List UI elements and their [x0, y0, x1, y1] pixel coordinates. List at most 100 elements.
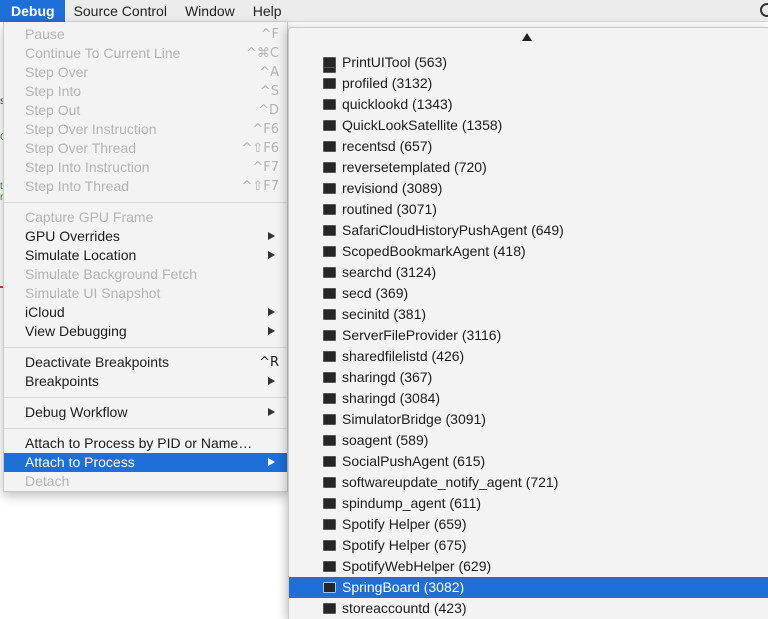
menu-separator	[4, 397, 287, 398]
menu-item-deactivate-breakpoints[interactable]: Deactivate Breakpoints ^R	[4, 353, 287, 372]
process-item[interactable]: sharingd (367)	[289, 367, 768, 388]
process-label: PrintUITool (563)	[342, 54, 448, 70]
process-item[interactable]: Spotify Helper (675)	[289, 535, 768, 556]
menu-item-shortcut: ^D	[258, 103, 279, 118]
process-item[interactable]: SafariCloudHistoryPushAgent (649)	[289, 220, 768, 241]
chevron-right-icon	[268, 232, 275, 240]
process-label: ScopedBookmarkAgent (418)	[342, 243, 526, 259]
menu-item-shortcut: ^⇧F7	[241, 179, 279, 194]
terminal-icon	[323, 414, 336, 425]
process-label: routined (3071)	[342, 201, 437, 217]
process-item[interactable]: profiled (3132)	[289, 73, 768, 94]
process-item[interactable]: quicklookd (1343)	[289, 94, 768, 115]
menubar-debug[interactable]: Debug	[0, 0, 65, 22]
process-item-springboard[interactable]: SpringBoard (3082)	[289, 577, 768, 598]
menu-item-step-over-instruction[interactable]: Step Over Instruction ^F6	[4, 120, 287, 139]
menu-item-label: Simulate UI Snapshot	[25, 285, 161, 301]
process-item[interactable]: soagent (589)	[289, 430, 768, 451]
menu-item-breakpoints[interactable]: Breakpoints	[4, 372, 287, 391]
process-item[interactable]: PrintUITool (563)	[289, 52, 768, 73]
process-label: spindump_agent (611)	[342, 495, 482, 511]
chevron-right-icon	[268, 458, 275, 466]
menu-item-icloud[interactable]: iCloud	[4, 303, 287, 322]
menubar-source-control[interactable]: Source Control	[65, 0, 176, 22]
process-label: searchd (3124)	[342, 264, 437, 280]
process-label: reversetemplated (720)	[342, 159, 487, 175]
process-label: softwareupdate_notify_agent (721)	[342, 474, 559, 490]
process-label: sharingd (3084)	[342, 390, 441, 406]
menu-item-attach-by-pid[interactable]: Attach to Process by PID or Name…	[4, 434, 287, 453]
process-item[interactable]: sharedfilelistd (426)	[289, 346, 768, 367]
menu-item-detach[interactable]: Detach	[4, 472, 287, 491]
terminal-icon	[323, 435, 336, 446]
terminal-icon	[323, 141, 336, 152]
menu-item-pause[interactable]: Pause ^F	[4, 25, 287, 44]
process-item[interactable]: ServerFileProvider (3116)	[289, 325, 768, 346]
terminal-icon	[323, 519, 336, 530]
menu-item-simulate-ui-snapshot[interactable]: Simulate UI Snapshot	[4, 284, 287, 303]
menu-item-label: Capture GPU Frame	[25, 209, 154, 225]
process-item[interactable]: SimulatorBridge (3091)	[289, 409, 768, 430]
terminal-icon	[323, 225, 336, 236]
process-item[interactable]: SpotifyWebHelper (629)	[289, 556, 768, 577]
menu-item-step-into-instruction[interactable]: Step Into Instruction ^F7	[4, 158, 287, 177]
menu-item-simulate-location[interactable]: Simulate Location	[4, 246, 287, 265]
menu-item-label: Step Over Instruction	[25, 121, 157, 137]
process-label: SpotifyWebHelper (629)	[342, 558, 492, 574]
process-item[interactable]: recentsd (657)	[289, 136, 768, 157]
menu-item-step-over-thread[interactable]: Step Over Thread ^⇧F6	[4, 139, 287, 158]
terminal-icon	[323, 603, 336, 614]
process-item[interactable]: storeaccountd (423)	[289, 598, 768, 619]
menu-item-capture-gpu-frame[interactable]: Capture GPU Frame	[4, 208, 287, 227]
terminal-icon	[323, 372, 336, 383]
process-item[interactable]: secinitd (381)	[289, 304, 768, 325]
process-item[interactable]: SocialPushAgent (615)	[289, 451, 768, 472]
menu-item-shortcut: ^R	[259, 355, 279, 370]
process-item[interactable]: revisiond (3089)	[289, 178, 768, 199]
menu-separator	[4, 202, 287, 203]
spotlight-search-icon[interactable]	[760, 3, 768, 17]
menu-item-step-over[interactable]: Step Over ^A	[4, 63, 287, 82]
process-item[interactable]: searchd (3124)	[289, 262, 768, 283]
process-label: secinitd (381)	[342, 306, 427, 322]
menu-item-label: View Debugging	[25, 323, 127, 339]
process-item[interactable]: routined (3071)	[289, 199, 768, 220]
menu-item-label: Step Into Thread	[25, 178, 130, 194]
menu-item-debug-workflow[interactable]: Debug Workflow	[4, 403, 287, 422]
menu-item-label: Step Over	[25, 64, 89, 80]
process-item[interactable]: reversetemplated (720)	[289, 157, 768, 178]
menu-item-attach-to-process[interactable]: Attach to Process	[4, 453, 287, 472]
process-label: SafariCloudHistoryPushAgent (649)	[342, 222, 564, 238]
menu-item-label: Step Out	[25, 102, 81, 118]
menu-item-step-into[interactable]: Step Into ^S	[4, 82, 287, 101]
process-label: profiled (3132)	[342, 75, 433, 91]
menu-separator	[4, 428, 287, 429]
process-item[interactable]: sharingd (3084)	[289, 388, 768, 409]
process-item[interactable]: secd (369)	[289, 283, 768, 304]
terminal-icon	[323, 582, 336, 593]
menu-item-simulate-background-fetch[interactable]: Simulate Background Fetch	[4, 265, 287, 284]
process-label: SocialPushAgent (615)	[342, 453, 486, 469]
menu-item-label: Step Into Instruction	[25, 159, 150, 175]
menu-item-step-into-thread[interactable]: Step Into Thread ^⇧F7	[4, 177, 287, 196]
menu-item-shortcut: ^⌘C	[246, 46, 279, 61]
process-label: SpringBoard (3082)	[342, 579, 465, 595]
menubar-window[interactable]: Window	[176, 0, 244, 22]
menu-item-gpu-overrides[interactable]: GPU Overrides	[4, 227, 287, 246]
process-item[interactable]: Spotify Helper (659)	[289, 514, 768, 535]
process-label: sharingd (367)	[342, 369, 433, 385]
terminal-icon	[323, 561, 336, 572]
terminal-icon	[323, 204, 336, 215]
menu-item-step-out[interactable]: Step Out ^D	[4, 101, 287, 120]
process-item[interactable]: spindump_agent (611)	[289, 493, 768, 514]
menu-item-view-debugging[interactable]: View Debugging	[4, 322, 287, 341]
menu-item-continue-to-current-line[interactable]: Continue To Current Line ^⌘C	[4, 44, 287, 63]
process-item[interactable]: QuickLookSatellite (1358)	[289, 115, 768, 136]
process-label: ServerFileProvider (3116)	[342, 327, 502, 343]
menubar-help[interactable]: Help	[244, 0, 291, 22]
process-item[interactable]: softwareupdate_notify_agent (721)	[289, 472, 768, 493]
scroll-up-arrow-icon[interactable]	[522, 33, 532, 41]
process-label: storeaccountd (423)	[342, 600, 467, 616]
process-item[interactable]: ScopedBookmarkAgent (418)	[289, 241, 768, 262]
terminal-icon	[323, 183, 336, 194]
